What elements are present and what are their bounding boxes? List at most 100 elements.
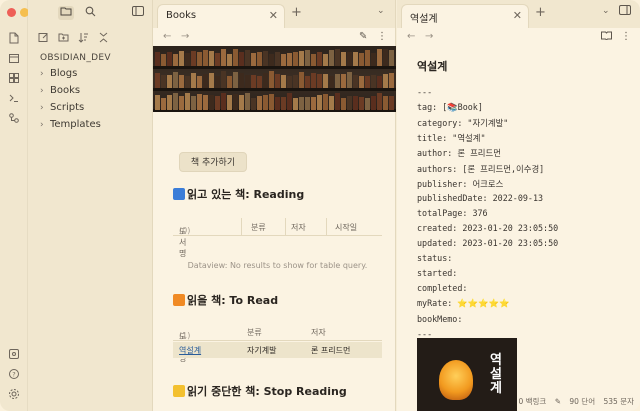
new-tab-icon[interactable]: + (291, 5, 302, 20)
frontmatter-line[interactable]: started: (417, 268, 457, 278)
folder-label: Blogs (50, 68, 78, 79)
frontmatter-line[interactable]: bookMemo: (417, 314, 462, 324)
calendar-icon[interactable] (7, 52, 21, 66)
tab-label: 역설계 (410, 14, 438, 25)
files-icon[interactable] (7, 32, 21, 46)
left-tab-bar: Books ✕ + ⌄ (153, 0, 395, 28)
back-arrow-icon[interactable]: ← (407, 31, 415, 42)
table-row: 역설계 자기계발 론 프리드먼 (173, 342, 382, 358)
folder-templates[interactable]: › Templates (40, 119, 101, 130)
left-nav-bar: ← → ✎ ⋮ (153, 28, 395, 46)
edit-pencil-icon[interactable]: ✎ (359, 31, 367, 42)
forward-arrow-icon[interactable]: → (181, 31, 189, 42)
section-heading-reading: 읽고 있는 책: Reading (173, 186, 304, 202)
frontmatter-line[interactable]: status: (417, 253, 452, 263)
sidebar-toggle-icon[interactable] (619, 5, 631, 18)
chevron-down-icon[interactable]: ⌄ (377, 6, 385, 16)
collapse-all-icon[interactable] (96, 32, 110, 46)
column-header[interactable]: 분류 (251, 222, 266, 233)
frontmatter-line[interactable]: author: 론 프리드먼 (417, 147, 501, 159)
settings-icon[interactable] (7, 388, 21, 402)
chevron-right-icon: › (40, 103, 44, 113)
frontmatter-line[interactable]: --- (417, 87, 432, 97)
frontmatter-line[interactable]: publisher: 어크로스 (417, 178, 503, 190)
orange-square-icon (173, 294, 185, 306)
new-folder-icon[interactable] (56, 32, 70, 46)
library-banner-image (153, 46, 396, 112)
frontmatter-line[interactable]: totalPage: 376 (417, 208, 488, 218)
frontmatter-line[interactable]: completed: (417, 283, 467, 293)
forward-arrow-icon[interactable]: → (425, 31, 433, 42)
help-icon[interactable]: ? (7, 368, 21, 382)
book-author: 론 프리드먼 (311, 346, 351, 355)
sort-icon[interactable] (76, 32, 90, 46)
close-icon[interactable]: ✕ (513, 9, 522, 22)
search-icon[interactable] (82, 6, 98, 20)
close-icon[interactable]: ✕ (269, 9, 278, 22)
sidebar-toggle-icon[interactable] (130, 6, 146, 20)
to-read-table-header: 도서명 (1) 분류 저자 (173, 323, 382, 363)
frontmatter-line[interactable]: updated: 2023-01-20 23:05:50 (417, 238, 558, 248)
vault-name[interactable]: OBSIDIAN_DEV (40, 53, 111, 63)
frontmatter-line[interactable]: tag: [📚Book] (417, 102, 483, 113)
app-window: ? OBSIDIAN_DEV › Blogs › Books › Scripts… (0, 0, 640, 411)
section-heading-to-read: 읽을 책: To Read (173, 292, 278, 308)
book-category: 자기계발 (247, 346, 277, 355)
more-options-icon[interactable]: ⋮ (377, 31, 387, 42)
folder-view-icon[interactable] (58, 6, 74, 20)
column-header[interactable]: 저자 (311, 327, 326, 338)
tab-book-note[interactable]: 역설계 ✕ (401, 4, 529, 28)
yellow-square-icon (173, 385, 185, 397)
right-tab-bar: 역설계 ✕ + ⌄ (397, 0, 640, 28)
column-header[interactable]: 저자 (291, 222, 306, 233)
chevron-right-icon: › (40, 69, 44, 79)
column-header[interactable]: 시작일 (335, 222, 357, 233)
lightbulb-illustration (439, 360, 473, 400)
frontmatter-line[interactable]: authors: [론 프리드먼,이수경] (417, 163, 544, 175)
file-explorer-sidebar: OBSIDIAN_DEV › Blogs › Books › Scripts › Tem… (28, 0, 153, 411)
chevron-right-icon: › (40, 86, 44, 96)
backlinks-count[interactable]: 0 백링크 (518, 397, 546, 406)
more-options-icon[interactable]: ⋮ (621, 31, 631, 42)
frontmatter-line[interactable]: title: "역설계" (417, 132, 486, 144)
vault-icon[interactable] (7, 348, 21, 362)
new-note-icon[interactable] (36, 32, 50, 46)
note-title[interactable]: 역설계 (417, 58, 447, 74)
chevron-down-icon[interactable]: ⌄ (602, 6, 610, 16)
folder-label: Scripts (50, 102, 85, 113)
blue-square-icon (173, 188, 185, 200)
new-tab-icon[interactable]: + (535, 5, 546, 20)
column-header[interactable]: 분류 (247, 327, 262, 338)
right-nav-bar: ← → ⋮ (397, 28, 640, 46)
left-editor-pane: Books ✕ + ⌄ ← → ✎ ⋮ 책 추가하기 읽고 있는 책: Read… (153, 0, 396, 411)
reading-table-header: 도서명 (0) 분류 저자 시작일 (173, 218, 382, 258)
book-title-link[interactable]: 역설계 (179, 345, 201, 356)
cover-title: 역설계 (490, 353, 502, 396)
section-heading-stop-reading: 읽기 중단한 책: Stop Reading (173, 383, 347, 399)
word-count: 90 단어 (569, 397, 596, 406)
terminal-icon[interactable] (7, 92, 21, 106)
folder-scripts[interactable]: › Scripts (40, 102, 84, 113)
back-arrow-icon[interactable]: ← (163, 31, 171, 42)
char-count: 535 문자 (603, 397, 635, 406)
status-bar: 0 백링크 ✎ 90 단어 535 문자 (512, 396, 634, 407)
add-book-button[interactable]: 책 추가하기 (179, 152, 247, 172)
close-window-button[interactable] (7, 8, 16, 17)
right-editor-pane: 역설계 ✕ + ⌄ ← → ⋮ 역설계 --- tag: [📚Book] categ… (397, 0, 640, 411)
frontmatter-line[interactable]: publishedDate: 2022-09-13 (417, 193, 543, 203)
folder-label: Templates (50, 119, 101, 130)
ribbon: ? (0, 0, 42, 411)
frontmatter-line[interactable]: myRate: ⭐⭐⭐⭐⭐ (417, 298, 509, 309)
template-icon[interactable] (7, 112, 21, 126)
tab-books[interactable]: Books ✕ (157, 4, 285, 28)
frontmatter-line[interactable]: created: 2023-01-20 23:05:50 (417, 223, 558, 233)
folder-books[interactable]: › Books (40, 85, 80, 96)
graph-icon[interactable] (7, 72, 21, 86)
frontmatter-line[interactable]: category: "자기계발" (417, 117, 508, 129)
chevron-right-icon: › (40, 120, 44, 130)
edit-pencil-icon[interactable]: ✎ (555, 397, 561, 406)
reading-view-icon[interactable] (601, 31, 612, 43)
svg-text:?: ? (12, 370, 15, 378)
folder-blogs[interactable]: › Blogs (40, 68, 77, 79)
folder-label: Books (50, 85, 81, 96)
